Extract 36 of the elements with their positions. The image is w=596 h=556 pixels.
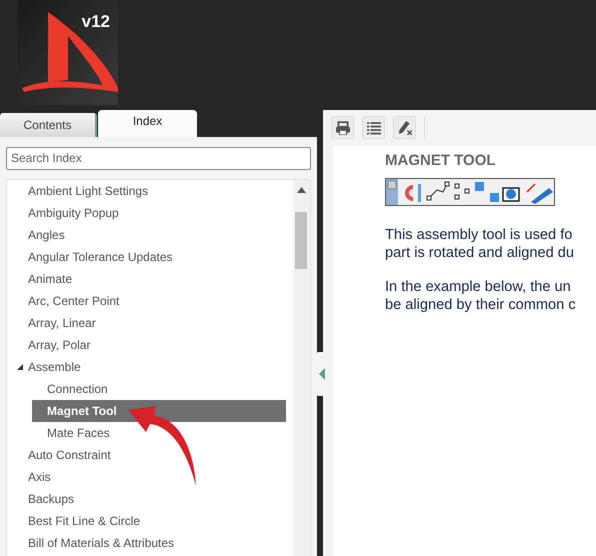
sail-icon: [22, 12, 118, 92]
index-item[interactable]: Backups: [7, 488, 293, 510]
body-paragraph: In the example below, the un be aligned by their common c: [385, 278, 577, 314]
index-item[interactable]: Arc, Center Point: [7, 290, 293, 312]
index-item[interactable]: Array, Linear: [7, 312, 293, 334]
list-icon: [366, 120, 380, 134]
index-item[interactable]: Angles: [7, 224, 293, 246]
panel-tab[interactable]: Index: [98, 110, 197, 137]
remove-highlight-button[interactable]: [393, 116, 416, 139]
topic-title: MAGNET TOOL: [385, 152, 497, 170]
panel-tab[interactable]: Contents: [0, 113, 97, 137]
scrollbar[interactable]: [293, 180, 310, 556]
index-item[interactable]: Best Fit Line & Circle: [7, 510, 293, 532]
body-paragraph: This assembly tool is used fo part is rotated and aligned du: [385, 226, 576, 262]
index-item[interactable]: Mate Faces: [7, 422, 293, 444]
index-item[interactable]: Magnet Tool: [32, 400, 286, 422]
collapse-left-icon: [319, 368, 325, 380]
index-item[interactable]: Bill of Materials & Attributes: [7, 532, 293, 554]
index-item[interactable]: Animate: [7, 268, 293, 290]
version-label: v12: [82, 13, 110, 30]
index-item[interactable]: Ambient Light Settings: [7, 180, 293, 202]
print-icon: [336, 120, 350, 134]
index-item[interactable]: Assemble: [7, 356, 293, 378]
index-item[interactable]: Connection: [7, 378, 293, 400]
print-button[interactable]: [331, 116, 354, 139]
collapse-triangle-icon[interactable]: [17, 364, 23, 370]
scrollbar-thumb[interactable]: [295, 212, 307, 269]
index-item[interactable]: Angular Tolerance Updates: [7, 246, 293, 268]
contents-list-button[interactable]: [362, 116, 385, 139]
index-item[interactable]: Array, Polar: [7, 334, 293, 356]
scroll-up-icon[interactable]: [297, 187, 306, 193]
index-item[interactable]: Auto Constraint: [7, 444, 293, 466]
index-item[interactable]: Ambiguity Popup: [7, 202, 293, 224]
clear-highlight-icon: [398, 120, 412, 134]
search-field[interactable]: Search Index: [6, 146, 311, 170]
index-item[interactable]: Axis: [7, 466, 293, 488]
